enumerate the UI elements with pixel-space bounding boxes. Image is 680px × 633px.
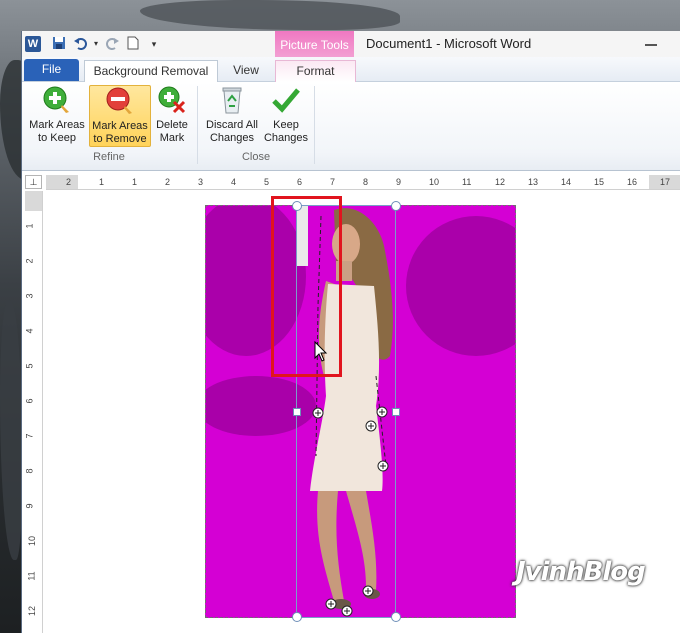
close-group-label: Close bbox=[241, 151, 271, 163]
mark-keep-line1: Mark Areas bbox=[29, 119, 85, 131]
undo-icon[interactable] bbox=[72, 36, 88, 52]
resize-handle[interactable] bbox=[392, 408, 400, 416]
resize-handle[interactable] bbox=[391, 612, 401, 622]
ruler-number: 5 bbox=[24, 363, 35, 369]
ruler-number: 6 bbox=[297, 177, 303, 187]
mark-areas-to-remove-button[interactable]: Mark Areas to Remove bbox=[89, 85, 151, 147]
vertical-ruler-margin bbox=[25, 191, 42, 211]
ruler-number: 10 bbox=[429, 177, 440, 187]
ruler-number: 1 bbox=[24, 223, 35, 229]
save-icon[interactable] bbox=[51, 36, 67, 52]
ruler-number: 13 bbox=[528, 177, 539, 187]
ruler-number: 7 bbox=[24, 433, 35, 439]
vertical-ruler[interactable] bbox=[25, 191, 43, 633]
group-divider bbox=[314, 86, 315, 164]
window-title: Document1 - Microsoft Word bbox=[366, 36, 532, 51]
redo-icon[interactable] bbox=[105, 36, 121, 52]
tab-background-removal[interactable]: Background Removal bbox=[84, 60, 218, 83]
ruler-number: 6 bbox=[24, 398, 35, 404]
resize-handle[interactable] bbox=[293, 408, 301, 416]
group-divider bbox=[197, 86, 198, 164]
blog-watermark: JvinhBlog bbox=[516, 557, 646, 587]
resize-handle[interactable] bbox=[292, 612, 302, 622]
ruler-number: 10 bbox=[27, 535, 38, 547]
green-checkmark-icon bbox=[271, 85, 301, 115]
new-document-icon[interactable] bbox=[125, 36, 141, 52]
delete-mark-line2: Mark bbox=[159, 132, 185, 144]
ruler-number: 12 bbox=[27, 605, 38, 617]
undo-dropdown-icon[interactable]: ▾ bbox=[88, 36, 104, 52]
tab-format[interactable]: Format bbox=[275, 60, 356, 83]
ruler-number: 2 bbox=[66, 177, 72, 187]
ruler-number: 9 bbox=[396, 177, 402, 187]
refine-group-label: Refine bbox=[93, 151, 125, 163]
minimize-icon[interactable] bbox=[645, 44, 657, 46]
ruler-number: 2 bbox=[24, 258, 35, 264]
delete-mark-icon bbox=[157, 85, 187, 115]
ruler-number: 11 bbox=[26, 571, 37, 581]
resize-handle[interactable] bbox=[391, 201, 401, 211]
keep-changes-line2: Changes bbox=[263, 132, 309, 144]
discard-line2: Changes bbox=[209, 132, 255, 144]
delete-mark-line1: Delete bbox=[156, 119, 188, 131]
recycle-bin-icon bbox=[217, 85, 247, 115]
word-app-icon[interactable]: W bbox=[25, 36, 41, 52]
ruler-number: 4 bbox=[231, 177, 237, 187]
ruler-number: 16 bbox=[627, 177, 638, 187]
green-plus-pencil-icon bbox=[42, 85, 72, 115]
tab-selector[interactable]: ⊥ bbox=[25, 175, 42, 189]
mark-keep-line2: to Keep bbox=[38, 132, 76, 144]
title-bar: W ▾ ▾ Picture Tools Document1 - Microsof… bbox=[22, 31, 680, 61]
keep-changes-line1: Keep bbox=[273, 119, 299, 131]
ruler-number: 4 bbox=[24, 328, 35, 334]
keep-changes-button[interactable]: Keep Changes bbox=[263, 85, 309, 145]
ruler-number: 17 bbox=[660, 177, 671, 187]
mark-remove-line1: Mark Areas bbox=[92, 120, 148, 132]
ruler-number: 12 bbox=[495, 177, 506, 187]
mark-areas-to-keep-button[interactable]: Mark Areas to Keep bbox=[26, 85, 88, 145]
discard-all-changes-button[interactable]: Discard All Changes bbox=[201, 85, 263, 145]
ruler-number: 9 bbox=[24, 503, 35, 509]
tab-file[interactable]: File bbox=[24, 59, 79, 81]
ruler-number: 1 bbox=[132, 177, 138, 187]
ribbon-tabs: File Background Removal View Format bbox=[22, 57, 680, 83]
ruler-number: 2 bbox=[165, 177, 171, 187]
delete-mark-button[interactable]: Delete Mark bbox=[152, 85, 192, 145]
ruler-margin-left bbox=[46, 175, 78, 189]
ruler-number: 11 bbox=[462, 177, 472, 187]
customize-dropdown-icon[interactable]: ▾ bbox=[146, 36, 162, 52]
discard-line1: Discard All bbox=[206, 119, 258, 131]
ruler-number: 8 bbox=[24, 468, 35, 474]
ruler-number: 1 bbox=[99, 177, 105, 187]
tab-view[interactable]: View bbox=[226, 60, 266, 81]
highlight-annotation-box bbox=[271, 196, 342, 377]
mark-remove-line2: to Remove bbox=[93, 133, 147, 145]
ruler-number: 3 bbox=[198, 177, 204, 187]
ruler-number: 7 bbox=[330, 177, 336, 187]
ruler-number: 5 bbox=[264, 177, 270, 187]
red-minus-pencil-icon bbox=[105, 86, 135, 116]
ruler-number: 15 bbox=[594, 177, 605, 187]
ruler-number: 3 bbox=[24, 293, 35, 299]
ruler-number: 8 bbox=[363, 177, 369, 187]
ruler-number: 14 bbox=[561, 177, 572, 187]
word-window: W ▾ ▾ Picture Tools Document1 - Microsof… bbox=[21, 31, 680, 633]
ribbon: Mark Areas to Keep Mark Areas to Remove … bbox=[22, 82, 680, 171]
